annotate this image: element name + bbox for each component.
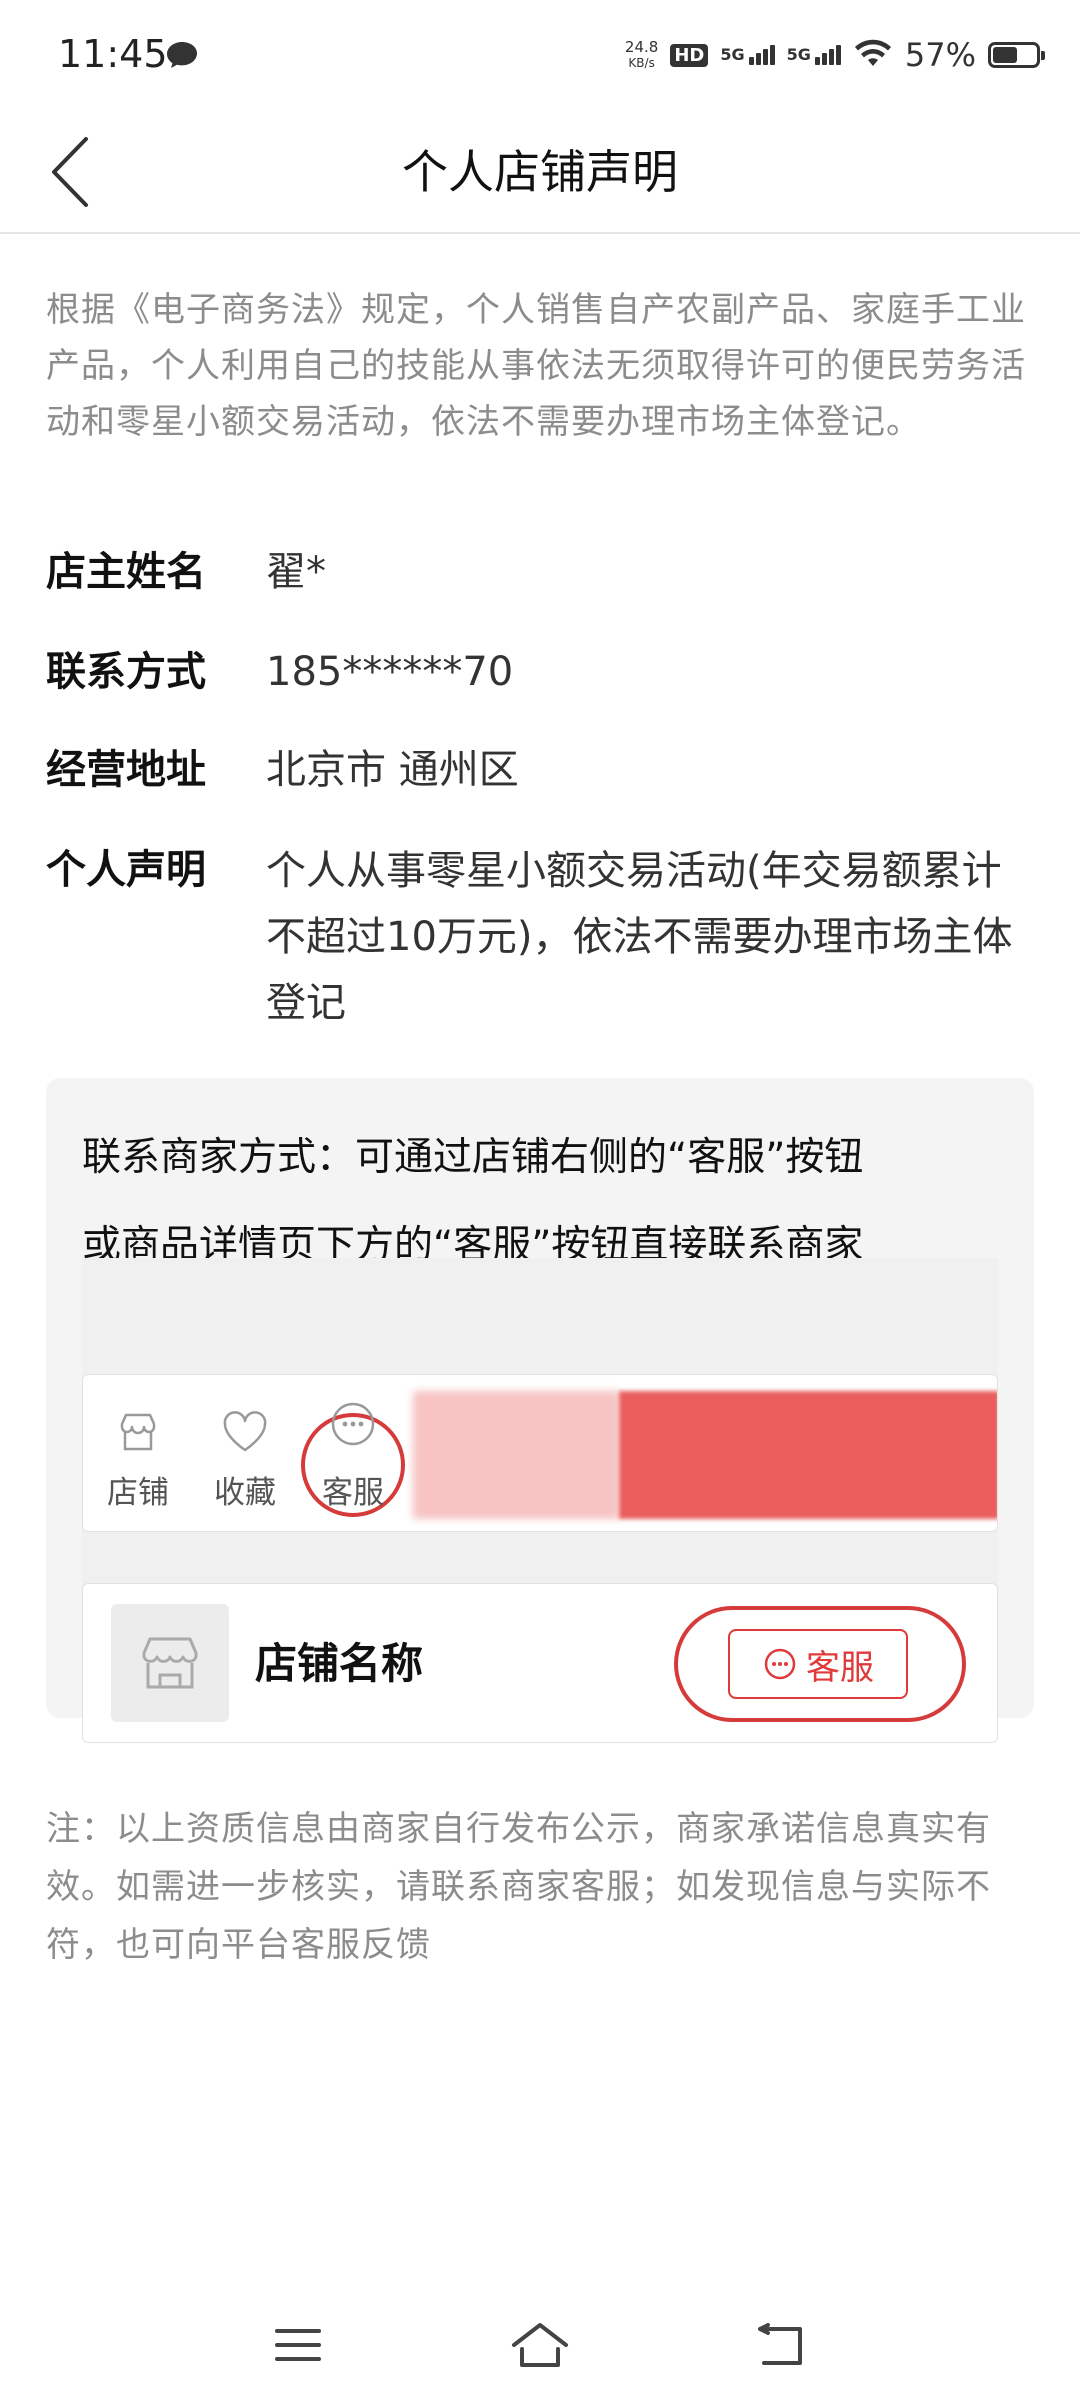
wifi-icon: [853, 38, 893, 72]
return-icon: [758, 2323, 802, 2365]
demo-shop-button: 店铺: [93, 1405, 183, 1512]
blurred-buy-button: [619, 1391, 997, 1519]
shop-avatar: [111, 1604, 229, 1722]
info-label: 店主姓名: [46, 549, 206, 595]
shop-cs-label: 客服: [806, 1647, 874, 1688]
status-indicators: 24.8 KB/s HD 5G 5G 57%: [625, 30, 1045, 80]
info-value: 北京市 通州区: [266, 747, 519, 793]
demo-shop-label: 店铺: [107, 1475, 169, 1511]
signal-icon: 5G: [787, 45, 841, 65]
info-value: 翟*: [266, 549, 326, 595]
contact-demo-illustration: 店铺 收藏 客服 店铺名称 客服: [82, 1258, 998, 1743]
demo-bottom-bar: 店铺 收藏 客服: [82, 1374, 998, 1532]
info-row-owner: 店主姓名 翟*: [46, 540, 1036, 604]
net-speed: 24.8 KB/s: [625, 39, 658, 71]
signal-icon: 5G: [720, 45, 775, 65]
shop-name: 店铺名称: [255, 1639, 424, 1688]
demo-customer-service-label: 客服: [322, 1475, 384, 1511]
intro-text: 根据《电子商务法》规定，个人销售自产农副产品、家庭手工业产品，个人利用自己的技能…: [46, 290, 1026, 442]
info-label: 个人声明: [46, 847, 206, 893]
chat-icon: [308, 1397, 398, 1451]
battery-level: [993, 47, 1017, 63]
home-icon: [512, 2323, 568, 2367]
demo-shop-card: 店铺名称 客服: [82, 1583, 998, 1743]
info-row-address: 经营地址 北京市 通州区: [46, 738, 1036, 802]
system-nav-bar: [0, 2290, 1080, 2400]
signal-1-label: 5G: [720, 45, 745, 64]
net-speed-value: 24.8: [624, 38, 659, 56]
battery-percent: 57%: [904, 36, 976, 74]
demo-favorite-button: 收藏: [200, 1405, 290, 1512]
header: 个人店铺声明: [0, 110, 1080, 234]
menu-button[interactable]: [253, 2310, 343, 2380]
demo-favorite-label: 收藏: [214, 1475, 276, 1511]
message-icon: [165, 40, 199, 74]
page-title: 个人店铺声明: [402, 145, 678, 199]
store-icon: [93, 1405, 183, 1459]
signal-2-label: 5G: [786, 45, 811, 64]
disclaimer-note: 注：以上资质信息由商家自行发布公示，商家承诺信息真实有效。如需进一步核实，请联系…: [46, 1809, 991, 1965]
info-value: 185******70: [266, 649, 514, 695]
shop-customer-service-button: 客服: [728, 1629, 908, 1699]
status-time: 11:45: [58, 32, 168, 76]
menu-icon: [275, 2329, 321, 2361]
info-row-statement: 个人声明 个人从事零星小额交易活动(年交易额累计不超过10万元)，依法不需要办理…: [46, 838, 1036, 1036]
info-row-contact: 联系方式 185******70: [46, 640, 1036, 704]
heart-icon: [200, 1405, 290, 1459]
back-nav-button[interactable]: [737, 2310, 827, 2380]
info-value: 个人从事零星小额交易活动(年交易额累计不超过10万元)，依法不需要办理市场主体登…: [266, 848, 1013, 1026]
demo-customer-service-button: 客服: [308, 1402, 398, 1512]
contact-method-box: 联系商家方式：可通过店铺右侧的“客服”按钮 或商品详情页下方的“客服”按钮直接联…: [46, 1078, 1034, 1743]
battery-icon: [988, 42, 1045, 68]
net-speed-unit: KB/s: [628, 56, 655, 70]
contact-line-1: 联系商家方式：可通过店铺右侧的“客服”按钮: [82, 1135, 864, 1180]
chat-icon: [764, 1648, 796, 1680]
info-label: 联系方式: [46, 649, 206, 695]
home-button[interactable]: [495, 2310, 585, 2380]
status-bar: 11:45 24.8 KB/s HD 5G 5G 57%: [0, 0, 1080, 110]
hd-icon: HD: [670, 43, 709, 67]
store-icon: [142, 1637, 198, 1689]
blurred-add-cart-button: [413, 1391, 619, 1519]
info-label: 经营地址: [46, 747, 206, 793]
